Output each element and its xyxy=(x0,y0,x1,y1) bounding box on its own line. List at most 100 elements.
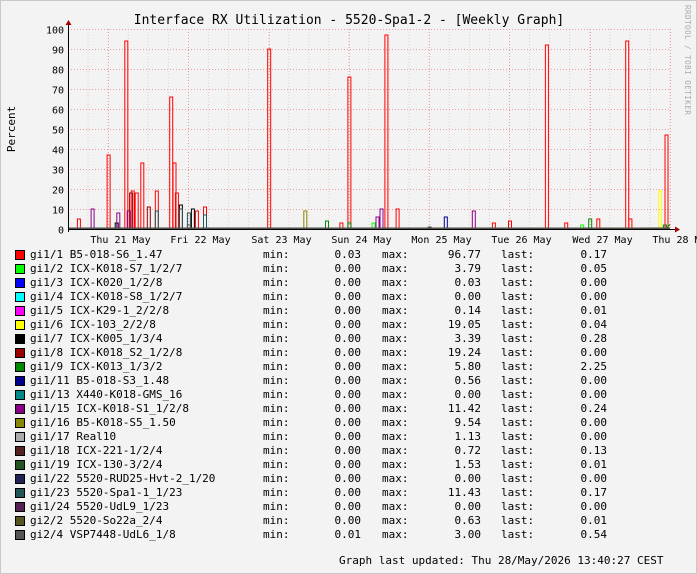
legend-swatch xyxy=(15,474,25,484)
legend-max-label: max: xyxy=(382,262,409,275)
legend-name: gi1/5 ICX-K29-1_2/2/8 xyxy=(30,304,170,317)
legend-last-label: last: xyxy=(501,500,535,513)
legend-swatch xyxy=(15,516,25,526)
legend-max-value: 0.63 xyxy=(454,514,482,527)
legend-last-label: last: xyxy=(501,486,535,499)
y-tick-label: 90 xyxy=(52,46,64,57)
y-tick-label: 10 xyxy=(52,206,64,217)
legend-name: gi1/8 ICX-K018_S2_1/2/8 xyxy=(30,346,183,359)
legend-max-label: max: xyxy=(382,290,409,303)
legend-max-value: 0.72 xyxy=(454,444,482,457)
legend-max-value: 0.00 xyxy=(454,500,482,513)
legend-max-label: max: xyxy=(382,304,409,317)
legend-swatch xyxy=(15,390,25,400)
legend-row: gi1/8 ICX-K018_S2_1/2/8 min: 0.00 max: 19.24… xyxy=(15,346,685,360)
legend-min-label: min: xyxy=(263,416,290,429)
y-tick-label: 50 xyxy=(52,126,64,137)
legend-min-label: min: xyxy=(263,528,290,541)
legend-last-value: 0.13 xyxy=(580,444,608,457)
legend-min-value: 0.00 xyxy=(334,276,362,289)
legend-swatch xyxy=(15,278,25,288)
legend-last-label: last: xyxy=(501,458,535,471)
legend-last-label: last: xyxy=(501,528,535,541)
legend-min-value: 0.00 xyxy=(334,458,362,471)
legend-max-label: max: xyxy=(382,318,409,331)
legend-row: gi1/11 B5-018-S3_1.48 min: 0.00 max: 0.56 las… xyxy=(15,374,685,388)
legend-last-label: last: xyxy=(501,444,535,457)
x-tick-label: Wed 27 May xyxy=(572,235,632,246)
legend-last-label: last: xyxy=(501,374,535,387)
legend-last-label: last: xyxy=(501,290,535,303)
legend-last-label: last: xyxy=(501,318,535,331)
legend-swatch xyxy=(15,376,25,386)
legend-max-value: 1.13 xyxy=(454,430,482,443)
chart-title: Interface RX Utilization - 5520-Spa1-2 -… xyxy=(134,13,564,28)
legend-last-value: 0.05 xyxy=(580,262,608,275)
legend-min-value: 0.03 xyxy=(334,248,362,261)
legend-min-label: min: xyxy=(263,388,290,401)
legend-swatch xyxy=(15,348,25,358)
legend-min-value: 0.00 xyxy=(334,360,362,373)
legend-last-value: 0.17 xyxy=(580,248,608,261)
legend-min-label: min: xyxy=(263,290,290,303)
legend-row: gi1/22 5520-RUD25-Hvt-2_1/20 min: 0.00 max:… xyxy=(15,472,685,486)
legend-row: gi1/24 5520-UdL9_1/23 min: 0.00 max: 0.00 las… xyxy=(15,500,685,514)
x-tick-label: Thu 21 May xyxy=(90,235,150,246)
legend-min-label: min: xyxy=(263,346,290,359)
legend-max-label: max: xyxy=(382,444,409,457)
legend-max-value: 19.24 xyxy=(447,346,481,359)
legend-last-value: 0.01 xyxy=(580,514,608,527)
x-tick-label: Thu 28 May xyxy=(652,235,697,246)
legend-min-label: min: xyxy=(263,500,290,513)
legend-min-label: min: xyxy=(263,374,290,387)
legend-name: gi1/1 B5-018-S6_1.47 xyxy=(30,248,163,261)
legend-min-value: 0.00 xyxy=(334,472,362,485)
legend-max-label: max: xyxy=(382,528,409,541)
legend-max-label: max: xyxy=(382,486,409,499)
legend-last-value: 0.01 xyxy=(580,458,608,471)
legend-last-value: 0.00 xyxy=(580,430,608,443)
legend-name: gi1/4 ICX-K018-S8_1/2/7 xyxy=(30,290,183,303)
legend-swatch xyxy=(15,446,25,456)
legend-name: gi2/4 VSP7448-UdL6_1/8 xyxy=(30,528,176,541)
legend-name: gi1/2 ICX-K018-S7_1/2/7 xyxy=(30,262,183,275)
y-axis-arrow xyxy=(65,20,72,25)
legend-name: gi1/9 ICX-K013_1/3/2 xyxy=(30,360,163,373)
x-axis-arrow xyxy=(675,226,680,233)
legend-min-value: 0.00 xyxy=(334,304,362,317)
legend-last-value: 0.00 xyxy=(580,374,608,387)
legend-name: gi1/17 Real10 xyxy=(30,430,117,443)
y-tick-label: 80 xyxy=(52,66,64,77)
legend-swatch xyxy=(15,264,25,274)
legend-swatch xyxy=(15,488,25,498)
legend-max-value: 0.00 xyxy=(454,472,482,485)
legend-row: gi1/19 ICX-130-3/2/4 min: 0.00 max: 1.53 last… xyxy=(15,458,685,472)
legend-last-label: last: xyxy=(501,472,535,485)
legend-swatch xyxy=(15,418,25,428)
legend-min-value: 0.00 xyxy=(334,346,362,359)
legend-last-value: 0.54 xyxy=(580,528,608,541)
legend-name: gi1/15 ICX-K018-S1_1/2/8 xyxy=(30,402,189,415)
legend-name: gi1/6 ICX-103_2/2/8 xyxy=(30,318,156,331)
legend-min-value: 0.00 xyxy=(334,374,362,387)
y-tick-label: 60 xyxy=(52,106,64,117)
legend-last-value: 0.00 xyxy=(580,388,608,401)
legend-last-value: 0.17 xyxy=(580,486,608,499)
legend-max-value: 3.39 xyxy=(454,332,482,345)
legend-max-value: 11.42 xyxy=(447,402,481,415)
legend-min-label: min: xyxy=(263,248,290,261)
legend-last-label: last: xyxy=(501,248,535,261)
legend-min-label: min: xyxy=(263,304,290,317)
legend-swatch xyxy=(15,530,25,540)
legend-row: gi2/4 VSP7448-UdL6_1/8 min: 0.01 max: 3.00 la… xyxy=(15,528,685,542)
legend-swatch xyxy=(15,404,25,414)
legend-last-label: last: xyxy=(501,346,535,359)
legend-swatch xyxy=(15,250,25,260)
legend-row: gi1/3 ICX-K020_1/2/8 min: 0.00 max: 0.03 last… xyxy=(15,276,685,290)
legend-last-value: 0.00 xyxy=(580,276,608,289)
legend-swatch xyxy=(15,306,25,316)
legend-min-value: 0.01 xyxy=(334,528,362,541)
legend-swatch xyxy=(15,432,25,442)
legend-min-label: min: xyxy=(263,458,290,471)
y-tick-label: 20 xyxy=(52,186,64,197)
